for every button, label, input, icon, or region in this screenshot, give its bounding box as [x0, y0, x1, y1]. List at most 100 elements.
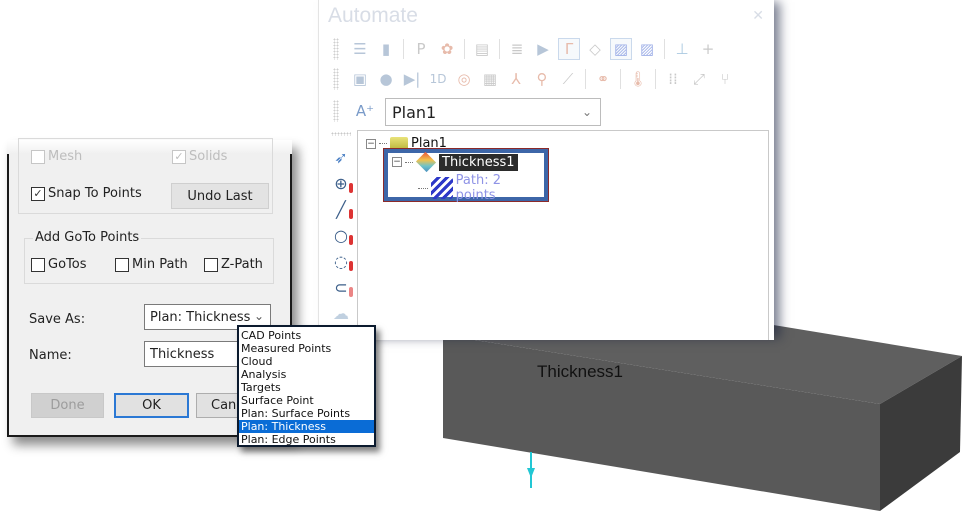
probe-add-icon[interactable]: ➶ [329, 146, 353, 168]
dropdown-option[interactable]: Surface Point [239, 394, 374, 407]
plan-tree: − Plan1 − Thickness1 Path: 2 points [357, 130, 769, 340]
list-icon[interactable]: ≣ [506, 38, 528, 60]
arc-feature-icon[interactable]: ◌ [329, 250, 353, 272]
side-toolbar: ➶ ⊕ ╱ ○ ◌ ⊂ ☁ [327, 132, 355, 324]
min-path-checkbox[interactable]: Min Path [115, 257, 188, 272]
grid-icon[interactable]: ⁞⁞ [662, 68, 684, 90]
toolbar-grip[interactable] [333, 100, 339, 122]
1d-icon[interactable]: 1D [427, 68, 449, 90]
cloud-feature-icon[interactable]: ☁ [329, 302, 353, 324]
step-icon[interactable]: ▶| [401, 68, 423, 90]
slot-feature-icon[interactable]: ⊂ [329, 276, 353, 298]
separator [620, 69, 621, 89]
toolbar-row-1: ☰ ▮ P ✿ ▤ ≣ ▶ Γ ◇ ▨ ▨ ⊥ + [333, 36, 719, 62]
tree-connector [418, 187, 428, 189]
tree-node-path[interactable]: Path: 2 points [418, 173, 544, 203]
close-icon[interactable]: ✕ [752, 8, 764, 24]
camera-icon[interactable]: ▣ [349, 68, 371, 90]
vector-arrowhead [527, 468, 535, 478]
dropdown-option-selected[interactable]: Plan: Thickness [239, 420, 374, 433]
node-icon[interactable]: ⚭ [592, 68, 614, 90]
filter-icon[interactable]: ✿ [436, 38, 458, 60]
dropdown-option[interactable]: Plan: Surface Points [239, 407, 374, 420]
dropdown-option[interactable]: Targets [239, 381, 374, 394]
gotos-checkbox[interactable]: GoTos [31, 257, 87, 272]
axis-pair-icon[interactable]: ⚲ [531, 68, 553, 90]
checkbox-label: Z-Path [221, 257, 263, 272]
ok-button[interactable]: OK [114, 393, 189, 418]
branch-icon[interactable]: ⑂ [714, 68, 736, 90]
play-icon[interactable]: ▶ [532, 38, 554, 60]
table-icon[interactable]: ▦ [479, 68, 501, 90]
sheet-icon[interactable]: ▮ [375, 38, 397, 60]
check-icon[interactable]: ✓ [172, 149, 186, 164]
check-icon[interactable]: ✓ [31, 186, 45, 201]
tree-node-thickness[interactable]: − Thickness1 [392, 151, 518, 173]
target-icon[interactable]: ⊥ [671, 38, 693, 60]
separator [403, 39, 404, 59]
mesh-checkbox[interactable]: Mesh [31, 149, 82, 164]
dropdown-option[interactable]: Cloud [239, 355, 374, 368]
panel-title: Automate [328, 4, 418, 27]
tree-connector [379, 143, 387, 144]
checkbox-label: Snap To Points [48, 186, 142, 201]
checkbox-box[interactable] [31, 257, 45, 272]
checkbox-box[interactable] [31, 149, 45, 164]
tree-node-label: Path: 2 points [455, 173, 501, 203]
dropdown-option[interactable]: CAD Points [239, 329, 374, 342]
tag-icon[interactable]: ◇ [584, 38, 606, 60]
path-hatch-color-icon[interactable]: ▨ [636, 38, 658, 60]
probe-p-icon[interactable]: P [410, 38, 432, 60]
report-icon[interactable]: ☰ [349, 38, 371, 60]
layout-icon[interactable]: ▤ [471, 38, 493, 60]
arrows-icon[interactable]: ⤢ [688, 68, 710, 90]
info-icon[interactable]: ● [375, 68, 397, 90]
collapse-icon[interactable]: − [366, 138, 376, 149]
plan-select-value: Plan1 [392, 102, 437, 122]
automate-panel: Automate ✕ ☰ ▮ P ✿ ▤ ≣ ▶ Γ ◇ ▨ ▨ ⊥ + ▣ ●… [318, 0, 774, 340]
tree-connector [405, 161, 413, 163]
toolbar-grip[interactable] [331, 132, 351, 136]
separator [585, 69, 586, 89]
separator [655, 69, 656, 89]
separator [464, 39, 465, 59]
plus-icon[interactable]: + [697, 38, 719, 60]
checkbox-box[interactable] [115, 257, 129, 272]
thickness-3d-label: Thickness1 [537, 362, 623, 381]
thermometer-icon[interactable]: 🌡 [627, 68, 649, 90]
collapse-icon[interactable]: − [392, 157, 402, 167]
path-icon [430, 177, 453, 199]
toolbar-grip[interactable] [333, 68, 339, 90]
checkbox-label: Solids [189, 149, 228, 164]
line-feature-icon[interactable]: ╱ [329, 198, 353, 220]
done-button[interactable]: Done [31, 393, 104, 418]
thickness-icon [415, 151, 437, 173]
goto-group-title: Add GoTo Points [33, 230, 142, 245]
plan-select[interactable]: Plan1 ⌄ [385, 98, 601, 126]
checkbox-box[interactable] [204, 257, 218, 272]
chevron-down-icon[interactable]: ⌄ [254, 309, 264, 323]
toolbar-grip[interactable] [333, 38, 339, 60]
chevron-down-icon[interactable]: ⌄ [582, 105, 592, 119]
add-plan-icon[interactable]: A⁺ [355, 101, 375, 121]
dropdown-option[interactable]: Plan: Edge Points [239, 433, 374, 446]
dropdown-option[interactable]: Measured Points [239, 342, 374, 355]
axis-icon[interactable]: ⅄ [505, 68, 527, 90]
z-path-checkbox[interactable]: Z-Path [204, 257, 263, 272]
robot-icon[interactable]: Γ [558, 38, 580, 60]
separator [664, 39, 665, 59]
dropdown-option[interactable]: Analysis [239, 368, 374, 381]
path-hatch-icon[interactable]: ▨ [610, 38, 632, 60]
circle-feature-icon[interactable]: ○ [329, 224, 353, 246]
checkbox-label: Min Path [132, 257, 188, 272]
name-label: Name: [29, 348, 72, 363]
save-as-dropdown-list: CAD Points Measured Points Cloud Analysi… [237, 325, 376, 447]
measure-icon[interactable]: ◎ [453, 68, 475, 90]
block-front-face [443, 335, 880, 511]
point-feature-icon[interactable]: ⊕ [329, 172, 353, 194]
snap-to-points-checkbox[interactable]: ✓ Snap To Points [31, 186, 142, 201]
undo-last-button[interactable]: Undo Last [171, 183, 269, 209]
graph-icon[interactable]: ⟋ [557, 68, 579, 90]
block-side-face [880, 356, 962, 511]
solids-checkbox[interactable]: ✓ Solids [172, 149, 227, 164]
